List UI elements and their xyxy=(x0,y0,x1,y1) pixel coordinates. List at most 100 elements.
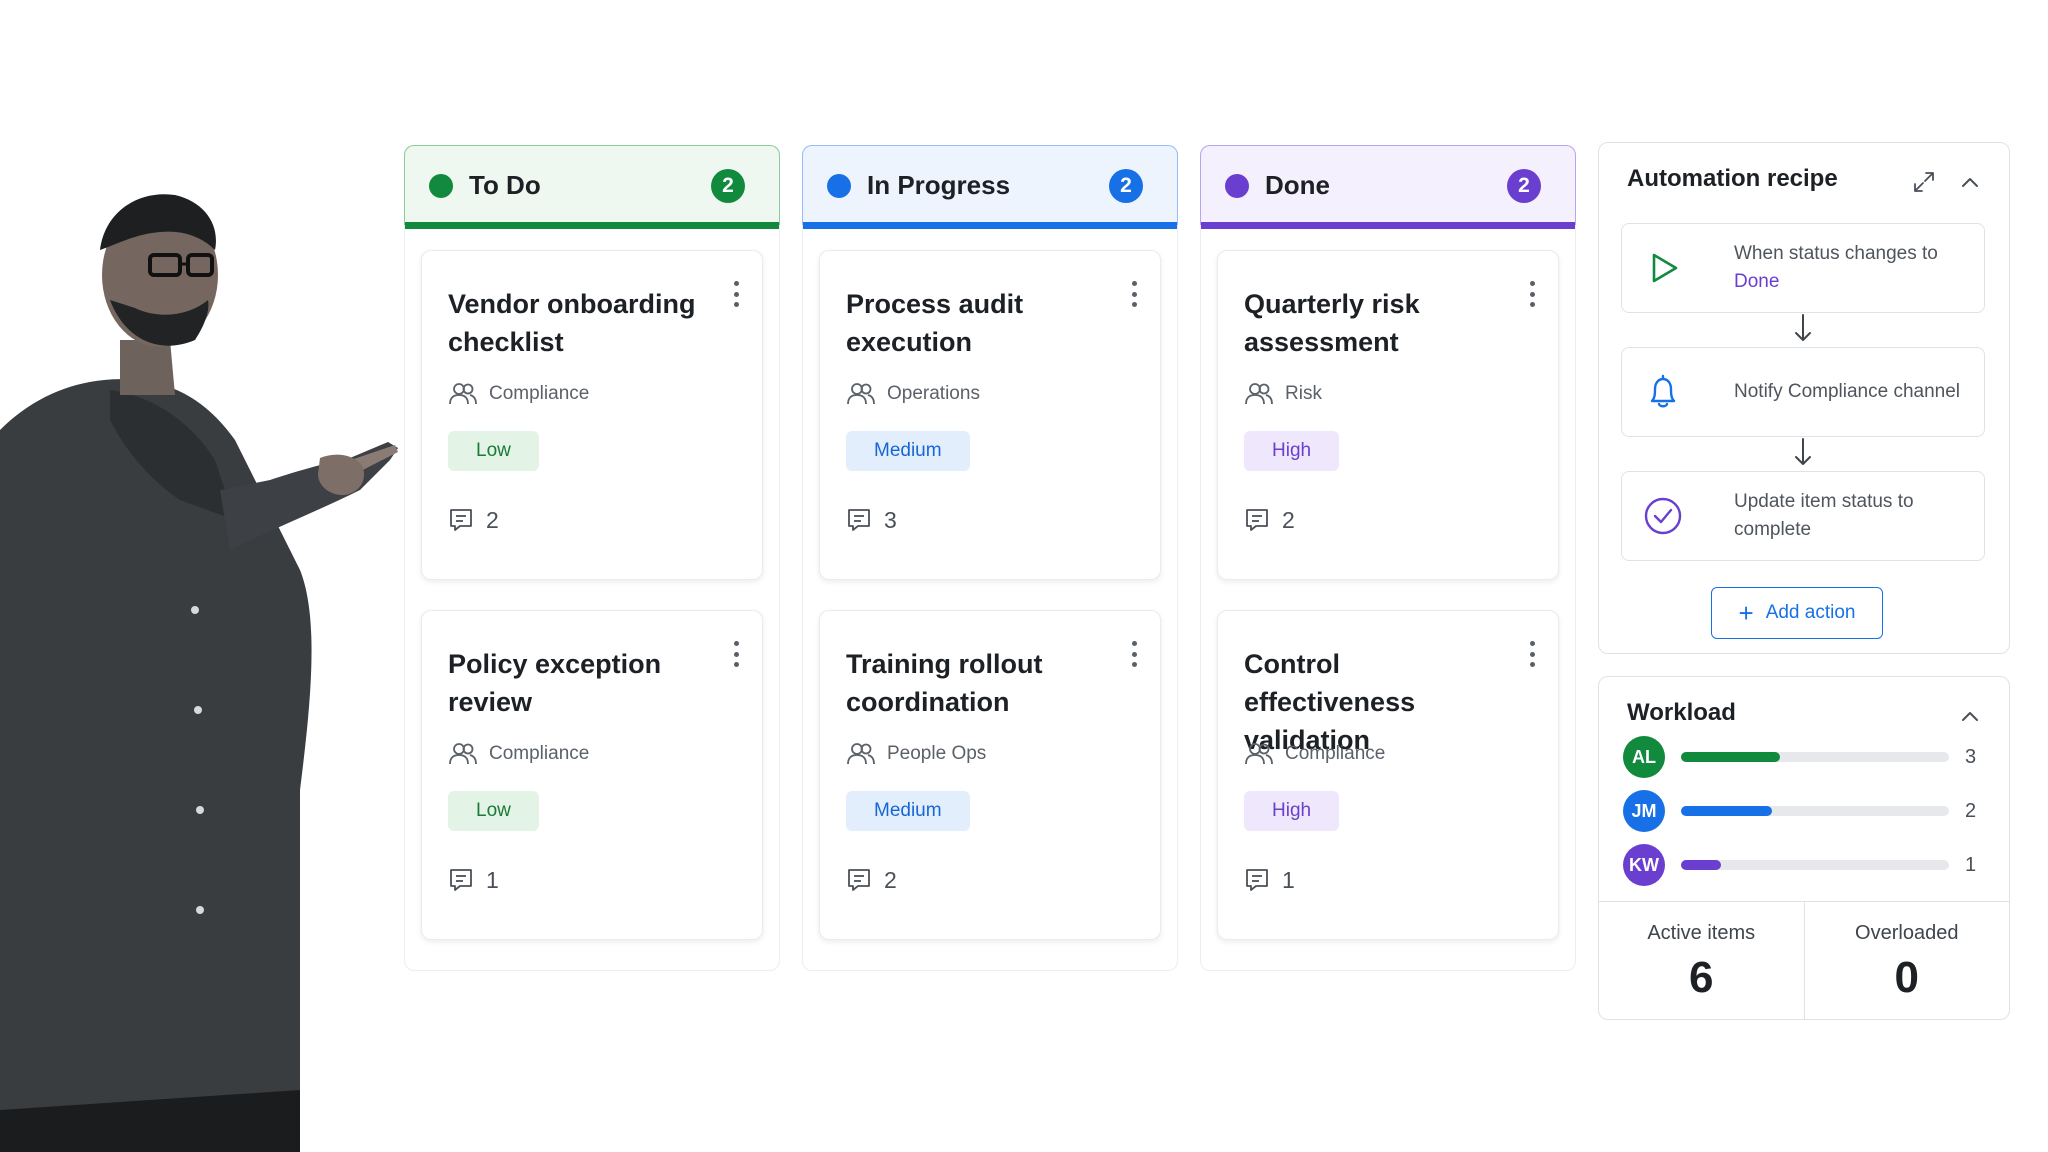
column-title: Done xyxy=(1265,170,1330,200)
team-label: Compliance xyxy=(448,739,736,769)
more-options-icon[interactable] xyxy=(732,641,740,667)
task-card[interactable]: Training rollout coordination People Ops… xyxy=(819,610,1161,940)
column-in-progress: In Progress 2 Process audit execution Op… xyxy=(802,145,1178,971)
workload-row[interactable]: KW 1 xyxy=(1623,843,1983,887)
workload-bar-fill xyxy=(1681,806,1773,816)
workload-bar-fill xyxy=(1681,860,1722,870)
more-options-icon[interactable] xyxy=(1130,641,1138,667)
step-text: Notify Compliance channel xyxy=(1734,381,1961,402)
stat-label: Active items xyxy=(1647,922,1756,944)
stat-value: 6 xyxy=(1689,953,1714,1002)
workload-bar xyxy=(1681,806,1949,816)
people-icon xyxy=(847,383,875,405)
column-header-in-progress[interactable]: In Progress 2 xyxy=(802,145,1178,229)
task-title: Vendor onboarding checklist xyxy=(448,289,696,357)
comment-count-value: 2 xyxy=(1282,506,1295,533)
more-options-icon[interactable] xyxy=(1528,641,1536,667)
team-name: People Ops xyxy=(887,743,987,764)
chevron-up-icon[interactable] xyxy=(1957,169,1983,195)
more-options-icon[interactable] xyxy=(1528,281,1536,307)
task-title: Training rollout coordination xyxy=(846,649,1043,717)
automation-panel: Automation recipe When status changes to… xyxy=(1598,142,2010,654)
task-card[interactable]: Process audit execution Operations Mediu… xyxy=(819,250,1161,580)
comment-count-value: 3 xyxy=(884,506,897,533)
workload-row[interactable]: AL 3 xyxy=(1623,735,1983,779)
expand-icon[interactable] xyxy=(1911,169,1937,195)
avatar: AL xyxy=(1623,736,1665,778)
team-name: Operations xyxy=(887,383,980,404)
status-dot xyxy=(827,173,851,198)
add-action-button[interactable]: + Add action xyxy=(1711,587,1883,639)
column-done: Done 2 Quarterly risk assessment Risk Hi… xyxy=(1200,145,1576,971)
team-label: Operations xyxy=(846,379,1134,409)
workload-bar xyxy=(1681,752,1949,762)
panel-title: Automation recipe xyxy=(1627,165,1838,192)
team-label: Compliance xyxy=(448,379,736,409)
comment-count[interactable]: 3 xyxy=(846,505,1134,535)
active-items-stat: Active items 6 xyxy=(1599,902,1804,1019)
task-card[interactable]: Quarterly risk assessment Risk High 2 xyxy=(1217,250,1559,580)
team-label: Compliance xyxy=(1244,739,1532,769)
priority-badge: High xyxy=(1244,431,1340,471)
check-circle-icon xyxy=(1644,497,1682,535)
more-options-icon[interactable] xyxy=(1130,281,1138,307)
team-label: People Ops xyxy=(846,739,1134,769)
comment-icon xyxy=(450,509,472,531)
more-options-icon[interactable] xyxy=(732,281,740,307)
avatar: KW xyxy=(1623,844,1665,886)
stat-value: 0 xyxy=(1894,953,1919,1002)
workload-bar-fill xyxy=(1681,752,1781,762)
comment-count-value: 1 xyxy=(1282,866,1295,893)
column-header-todo[interactable]: To Do 2 xyxy=(404,145,780,229)
trigger-step[interactable]: When status changes to Done xyxy=(1621,223,1985,313)
task-card[interactable]: Policy exception review Compliance Low 1 xyxy=(421,610,763,940)
overloaded-stat: Overloaded 0 xyxy=(1803,902,2010,1019)
notify-step[interactable]: Notify Compliance channel xyxy=(1621,347,1985,437)
comment-count-value: 1 xyxy=(486,866,499,893)
column-header-done[interactable]: Done 2 xyxy=(1200,145,1576,229)
task-title: Policy exception review xyxy=(448,649,662,717)
workload-row[interactable]: JM 2 xyxy=(1623,789,1983,833)
people-icon xyxy=(1245,743,1273,765)
workload-bar xyxy=(1681,860,1949,870)
status-dot xyxy=(429,173,453,198)
priority-badge: Medium xyxy=(846,431,970,471)
people-icon xyxy=(1245,383,1273,405)
column-count-badge: 2 xyxy=(1109,168,1143,203)
update-step[interactable]: Update item status to complete xyxy=(1621,471,1985,561)
chevron-up-icon[interactable] xyxy=(1957,703,1983,729)
workload-count: 3 xyxy=(1965,745,1977,768)
comment-count-value: 2 xyxy=(884,866,897,893)
plus-icon: + xyxy=(1738,598,1754,628)
team-name: Compliance xyxy=(489,383,590,404)
comment-count[interactable]: 2 xyxy=(846,865,1134,895)
task-title: Control effectiveness validation xyxy=(1244,649,1416,755)
presenter-photo xyxy=(0,194,398,1152)
team-name: Compliance xyxy=(489,743,590,764)
column-title: In Progress xyxy=(867,170,1011,200)
bell-icon xyxy=(1650,374,1676,408)
comment-count[interactable]: 2 xyxy=(448,505,736,535)
task-title: Quarterly risk assessment xyxy=(1244,289,1420,357)
play-icon xyxy=(1652,253,1678,283)
column-todo: To Do 2 Vendor onboarding checklist Comp… xyxy=(404,145,780,971)
arrow-down-icon xyxy=(1795,438,1811,465)
workload-count: 2 xyxy=(1965,799,1977,822)
column-title: To Do xyxy=(469,170,541,200)
column-count-badge: 2 xyxy=(1507,168,1541,203)
status-dot xyxy=(1225,173,1249,198)
panel-title: Workload xyxy=(1627,699,1736,726)
avatar: JM xyxy=(1623,790,1665,832)
add-action-label: Add action xyxy=(1765,602,1856,623)
stat-label: Overloaded xyxy=(1855,922,1959,944)
comment-count[interactable]: 1 xyxy=(1244,865,1532,895)
priority-badge: High xyxy=(1244,791,1340,831)
task-card[interactable]: Control effectiveness validation Complia… xyxy=(1217,610,1559,940)
status-highlight: Done xyxy=(1734,271,1780,292)
task-card[interactable]: Vendor onboarding checklist Compliance L… xyxy=(421,250,763,580)
comment-count-value: 2 xyxy=(486,506,499,533)
comment-count[interactable]: 1 xyxy=(448,865,736,895)
step-text: Update item status to complete xyxy=(1734,491,1914,540)
comment-count[interactable]: 2 xyxy=(1244,505,1532,535)
priority-badge: Medium xyxy=(846,791,970,831)
